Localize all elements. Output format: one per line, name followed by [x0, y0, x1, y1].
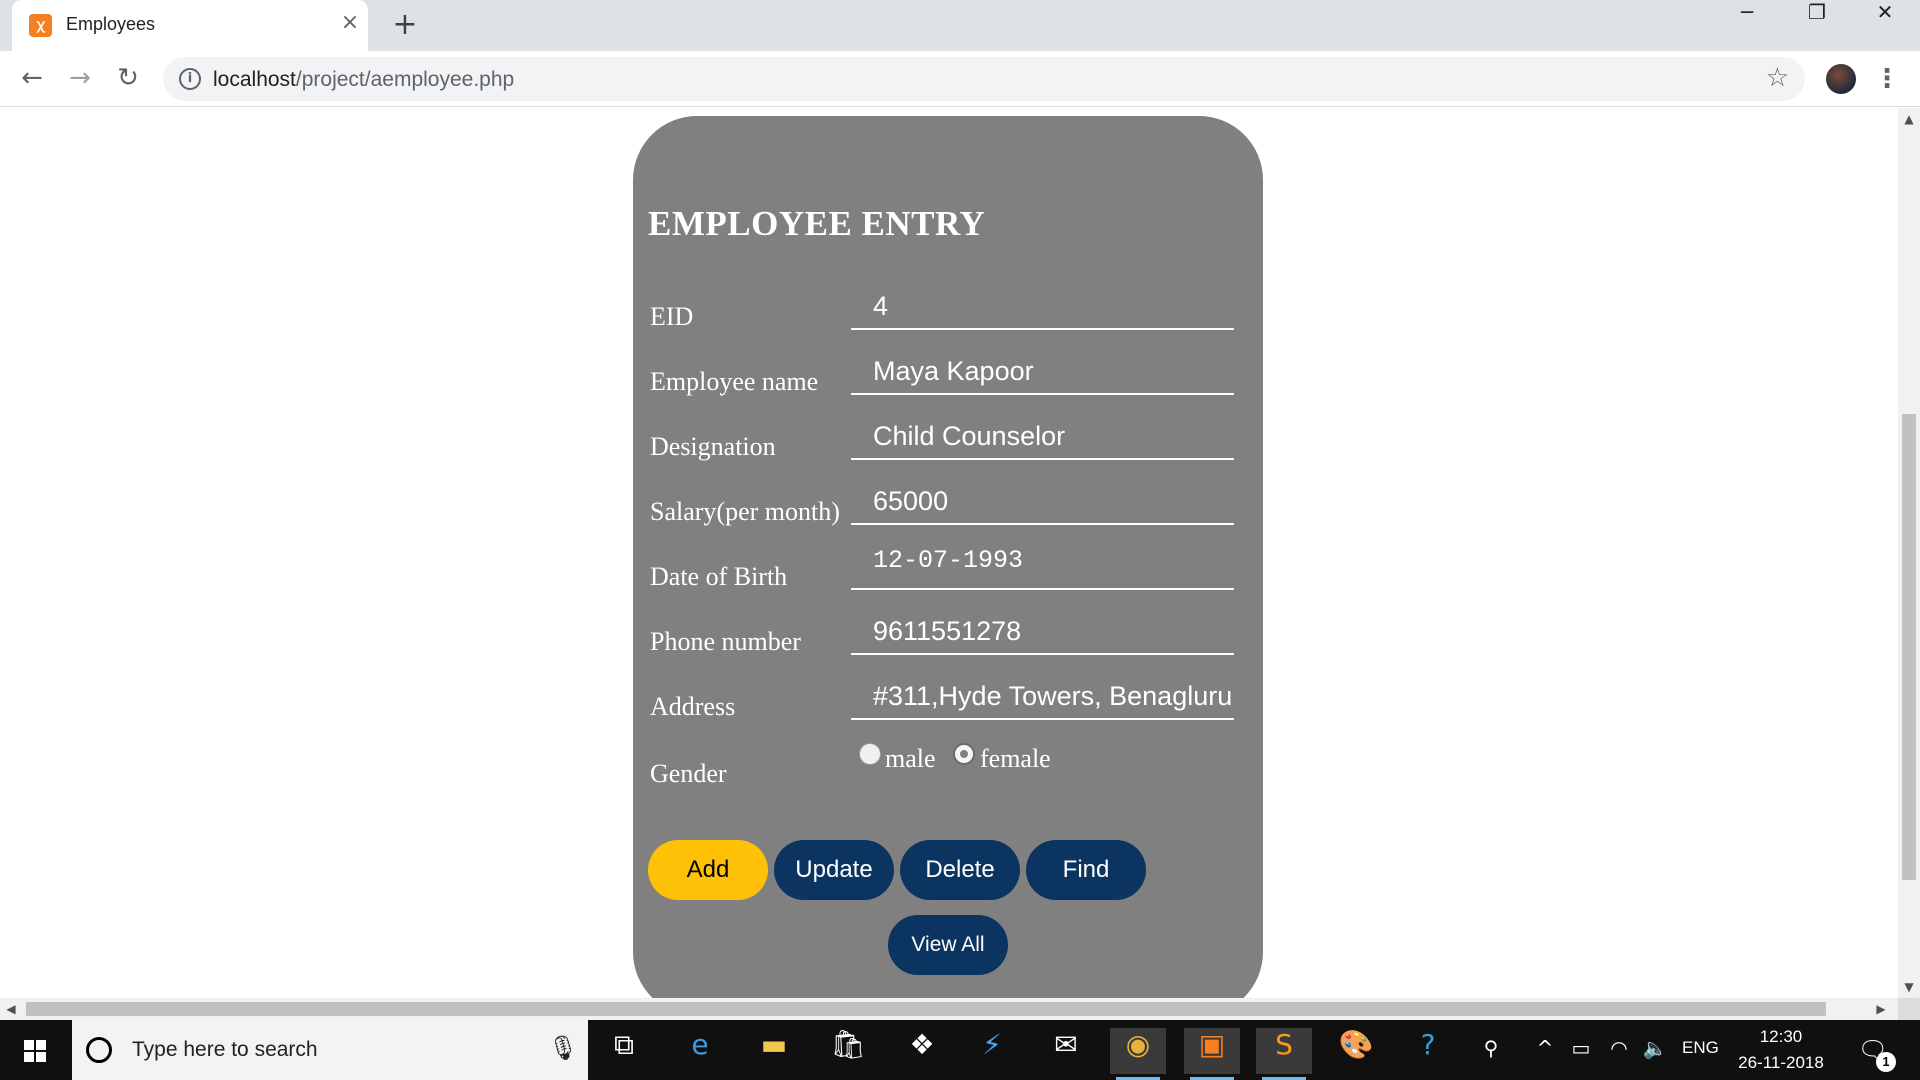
add-button[interactable]: Add	[648, 840, 768, 900]
search-placeholder: Type here to search	[132, 1038, 318, 1061]
salary-label: Salary(per month)	[650, 497, 840, 526]
windows-logo-icon	[24, 1040, 46, 1062]
wifi-icon[interactable]: ◠	[1604, 1036, 1634, 1066]
eid-input[interactable]: 4	[851, 286, 1234, 330]
phone-number-input[interactable]: 9611551278	[851, 611, 1234, 655]
gender-female-radio[interactable]	[953, 743, 975, 765]
address-input[interactable]: #311,Hyde Towers, Benagluru	[851, 676, 1234, 720]
people-icon[interactable]: ⚲	[1476, 1036, 1506, 1066]
mail-icon[interactable]: ✉	[1038, 1028, 1094, 1074]
scrollbar-corner	[1898, 998, 1920, 1020]
tab-close-icon[interactable]: ×	[338, 11, 362, 35]
eid-label: EID	[650, 302, 694, 331]
scroll-down-icon[interactable]: ▼	[1898, 976, 1920, 998]
xampp-icon[interactable]: ▣	[1184, 1028, 1240, 1080]
delete-button[interactable]: Delete	[900, 840, 1020, 900]
sublime-text-icon[interactable]: S	[1256, 1028, 1312, 1080]
scroll-up-icon[interactable]: ▲	[1898, 108, 1920, 130]
language-indicator[interactable]: ENG	[1682, 1038, 1719, 1058]
cortana-icon[interactable]	[86, 1037, 112, 1063]
find-button[interactable]: Find	[1026, 840, 1146, 900]
notification-count-badge: 1	[1876, 1052, 1896, 1072]
bookmark-star-icon[interactable]: ☆	[1766, 63, 1789, 93]
forward-arrow-icon[interactable]: →	[64, 63, 96, 95]
employee-name-input[interactable]: Maya Kapoor	[851, 351, 1234, 395]
date-of-birth-label: Date of Birth	[650, 562, 788, 591]
close-window-button[interactable]: ✕	[1850, 0, 1920, 44]
address-label: Address	[650, 692, 736, 721]
clock[interactable]: 12:30 26-11-2018	[1736, 1024, 1826, 1076]
tab-strip: ꭓ Employees × + ─ ❐ ✕	[0, 0, 1920, 51]
clock-date: 26-11-2018	[1738, 1053, 1824, 1072]
date-of-birth-input[interactable]: 12-07-1993	[851, 546, 1234, 590]
microphone-icon[interactable]: 🎙	[548, 1034, 578, 1062]
new-tab-button[interactable]: +	[390, 10, 420, 40]
gender-label: Gender	[650, 759, 727, 788]
update-button[interactable]: Update	[774, 840, 894, 900]
back-arrow-icon[interactable]: ←	[16, 63, 48, 95]
salary-input[interactable]: 65000	[851, 481, 1234, 525]
scroll-right-icon[interactable]: ▶	[1870, 998, 1892, 1020]
browser-tab[interactable]: ꭓ Employees ×	[12, 0, 368, 51]
url-host: localhost	[213, 68, 296, 91]
gender-male-label: male	[885, 744, 936, 773]
browser-menu-icon[interactable]: ⋮	[1872, 63, 1902, 95]
tab-title: Employees	[66, 14, 156, 34]
help-icon[interactable]: ?	[1400, 1028, 1456, 1074]
employee-name-label: Employee name	[650, 367, 819, 396]
windows-taskbar: Type here to search 🎙 ⧉ e ▬ 🛍 ❖ ⚡ ✉ ◉ ▣ …	[0, 1020, 1920, 1080]
dropbox-icon[interactable]: ❖	[894, 1028, 950, 1074]
designation-label: Designation	[650, 432, 776, 461]
site-info-icon[interactable]: i	[179, 68, 201, 90]
task-view-icon[interactable]: ⧉	[596, 1028, 652, 1074]
browser-toolbar: ← → ↻ i localhost/project/aemployee.php …	[0, 51, 1920, 107]
view-all-button[interactable]: View All	[888, 915, 1008, 975]
form-title: EMPLOYEE ENTRY	[648, 204, 986, 243]
minimize-button[interactable]: ─	[1712, 0, 1782, 44]
vertical-scroll-thumb[interactable]	[1902, 414, 1916, 880]
screen: ꭓ Employees × + ─ ❐ ✕ ← → ↻ i localhost/…	[0, 0, 1920, 1080]
chrome-icon[interactable]: ◉	[1110, 1028, 1166, 1080]
employee-entry-card: EMPLOYEE ENTRY EID 4 Employee name Maya …	[633, 116, 1263, 998]
horizontal-scroll-thumb[interactable]	[26, 1002, 1826, 1016]
gender-female-label: female	[980, 744, 1051, 773]
taskbar-search-box[interactable]: Type here to search 🎙	[72, 1020, 588, 1080]
clock-time: 12:30	[1759, 1027, 1803, 1046]
visual-studio-icon[interactable]: ⚡	[964, 1028, 1020, 1074]
phone-number-label: Phone number	[650, 627, 801, 656]
horizontal-scrollbar[interactable]: ◀ ▶	[0, 998, 1898, 1020]
restore-button[interactable]: ❐	[1782, 0, 1852, 44]
edge-icon[interactable]: e	[672, 1028, 728, 1074]
address-bar[interactable]: i localhost/project/aemployee.php ☆	[163, 57, 1805, 101]
url-text[interactable]: localhost/project/aemployee.php	[213, 68, 514, 92]
xampp-favicon-icon: ꭓ	[29, 14, 52, 37]
battery-icon[interactable]: ▭	[1566, 1036, 1596, 1066]
volume-icon[interactable]: 🔈	[1640, 1036, 1670, 1066]
start-button[interactable]	[0, 1020, 70, 1080]
show-hidden-icons-chevron-icon[interactable]: ^	[1530, 1036, 1560, 1066]
vertical-scrollbar[interactable]: ▲ ▼	[1898, 108, 1920, 998]
profile-avatar[interactable]	[1826, 64, 1856, 94]
file-explorer-icon[interactable]: ▬	[746, 1028, 802, 1074]
gender-male-radio[interactable]	[859, 743, 881, 765]
page-viewport: EMPLOYEE ENTRY EID 4 Employee name Maya …	[0, 108, 1898, 998]
reload-icon[interactable]: ↻	[112, 63, 144, 95]
scroll-left-icon[interactable]: ◀	[0, 998, 22, 1020]
url-path: /project/aemployee.php	[295, 68, 515, 91]
store-icon[interactable]: 🛍	[820, 1028, 876, 1074]
paint-icon[interactable]: 🎨	[1328, 1028, 1384, 1074]
designation-input[interactable]: Child Counselor	[851, 416, 1234, 460]
